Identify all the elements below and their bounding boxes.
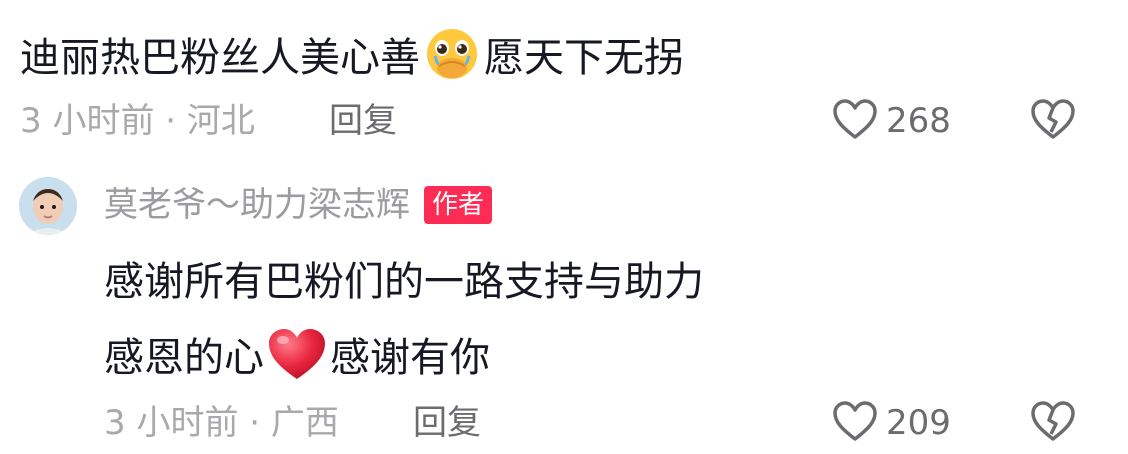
red-heart-icon	[266, 326, 328, 389]
comment-text-before: 迪丽热巴粉丝人美心善	[20, 34, 420, 81]
like-count: 268	[886, 101, 951, 141]
dislike-button[interactable]	[1030, 400, 1076, 446]
like-button[interactable]: 268	[832, 98, 951, 144]
pleading-face-icon	[422, 26, 482, 89]
like-button[interactable]: 209	[832, 400, 951, 446]
heart-outline-icon	[832, 400, 878, 446]
like-count: 209	[886, 403, 951, 443]
author-badge: 作者	[424, 186, 493, 224]
dislike-button[interactable]	[1030, 98, 1076, 144]
comment-text: 迪丽热巴粉丝人美心善 愿天下无拐	[20, 26, 684, 89]
reply-text-after: 感谢有你	[330, 334, 490, 381]
comment-text-after: 愿天下无拐	[484, 34, 684, 81]
broken-heart-icon	[1030, 99, 1076, 144]
username[interactable]: 莫老爷～助力梁志辉	[104, 188, 410, 222]
comment-time: 3 小时前	[20, 101, 155, 141]
reply-button[interactable]: 回复	[413, 406, 481, 440]
reply-meta: 3 小时前 · 广西	[104, 406, 339, 440]
reply-location: 广西	[270, 403, 339, 443]
reply-time: 3 小时前	[104, 403, 239, 443]
comment-meta: 3 小时前 · 河北	[20, 104, 255, 138]
comment-location: 河北	[186, 101, 255, 141]
reply-text-before: 感恩的心	[104, 334, 264, 381]
broken-heart-icon	[1030, 401, 1076, 446]
avatar[interactable]	[19, 177, 77, 235]
reply-button[interactable]: 回复	[329, 104, 397, 138]
reply-header: 莫老爷～助力梁志辉 作者	[104, 186, 493, 224]
reply-text-line2: 感恩的心 感谢有你	[104, 326, 490, 389]
heart-outline-icon	[832, 98, 878, 144]
meta-dot: ·	[249, 403, 261, 443]
meta-dot: ·	[165, 101, 177, 141]
avatar-image	[19, 177, 77, 235]
reply-text-line1: 感谢所有巴粉们的一路支持与助力	[104, 259, 704, 305]
